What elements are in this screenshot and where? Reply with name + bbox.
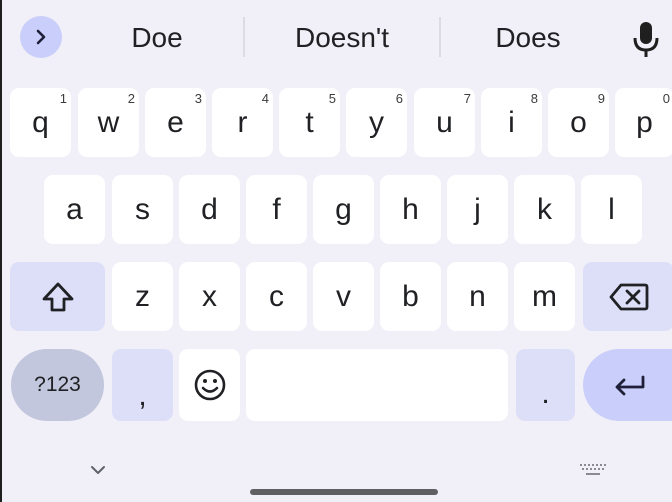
backspace-icon	[609, 283, 648, 310]
key-label: q	[32, 105, 49, 139]
key-y[interactable]: y 6	[346, 88, 407, 157]
backspace-key[interactable]	[583, 262, 672, 331]
key-d[interactable]: d	[179, 175, 240, 244]
key-h[interactable]: h	[380, 175, 441, 244]
key-label: u	[436, 105, 453, 139]
key-o[interactable]: o 9	[548, 88, 609, 157]
chevron-right-icon	[36, 29, 46, 45]
key-i[interactable]: i 8	[481, 88, 542, 157]
enter-icon	[615, 375, 644, 396]
switch-keyboard-button[interactable]	[578, 462, 608, 480]
shift-arrow-icon	[42, 282, 73, 311]
suggestion-2[interactable]: Doesn't	[252, 18, 432, 58]
key-k[interactable]: k	[514, 175, 575, 244]
key-label: w	[97, 105, 120, 139]
suggestion-3[interactable]: Does	[458, 18, 598, 58]
key-hint: 9	[597, 91, 605, 106]
key-hint: 4	[261, 91, 269, 106]
key-label: p	[636, 105, 653, 139]
chevron-down-icon	[91, 466, 105, 474]
key-z[interactable]: z	[112, 262, 173, 331]
home-indicator[interactable]	[250, 489, 438, 495]
emoji-icon	[194, 369, 225, 401]
key-r[interactable]: r 4	[212, 88, 273, 157]
key-v[interactable]: v	[313, 262, 374, 331]
key-hint: 2	[127, 91, 135, 106]
space-key[interactable]	[246, 349, 508, 421]
enter-key[interactable]	[583, 349, 672, 421]
key-s[interactable]: s	[112, 175, 173, 244]
key-f[interactable]: f	[246, 175, 307, 244]
symbols-key[interactable]: ?123	[11, 349, 104, 421]
key-t[interactable]: t 5	[279, 88, 340, 157]
key-w[interactable]: w 2	[78, 88, 139, 157]
key-label: y	[369, 105, 384, 139]
key-hint: 5	[328, 91, 336, 106]
key-g[interactable]: g	[313, 175, 374, 244]
key-hint: 0	[662, 91, 670, 106]
key-hint: 1	[59, 91, 67, 106]
key-label: e	[167, 105, 184, 139]
key-hint: 6	[395, 91, 403, 106]
key-label: t	[305, 105, 314, 139]
key-c[interactable]: c	[246, 262, 307, 331]
shift-key[interactable]	[10, 262, 105, 331]
comma-key[interactable]: ,	[112, 349, 173, 421]
key-label: o	[570, 105, 587, 139]
key-hint: 7	[463, 91, 471, 106]
voice-input-button[interactable]	[626, 14, 666, 62]
key-x[interactable]: x	[179, 262, 240, 331]
key-q[interactable]: q 1	[10, 88, 71, 157]
keyboard-icon	[580, 464, 606, 475]
expand-suggestions-button[interactable]	[20, 16, 62, 58]
suggestion-divider	[243, 17, 245, 57]
key-hint: 8	[530, 91, 538, 106]
key-j[interactable]: j	[447, 175, 508, 244]
key-label: r	[237, 105, 248, 139]
hide-keyboard-button[interactable]	[86, 458, 110, 482]
period-key[interactable]: .	[516, 349, 575, 421]
suggestion-divider	[439, 17, 441, 57]
key-n[interactable]: n	[447, 262, 508, 331]
microphone-icon	[633, 22, 659, 57]
key-u[interactable]: u 7	[414, 88, 475, 157]
emoji-key[interactable]	[179, 349, 240, 421]
suggestion-strip: Doe Doesn't Does	[2, 0, 672, 78]
key-label: i	[508, 105, 515, 139]
key-p[interactable]: p 0	[615, 88, 672, 157]
key-e[interactable]: e 3	[145, 88, 206, 157]
key-l[interactable]: l	[581, 175, 642, 244]
key-b[interactable]: b	[380, 262, 441, 331]
key-m[interactable]: m	[514, 262, 575, 331]
key-a[interactable]: a	[44, 175, 105, 244]
suggestion-1[interactable]: Doe	[98, 18, 216, 58]
key-hint: 3	[194, 91, 202, 106]
